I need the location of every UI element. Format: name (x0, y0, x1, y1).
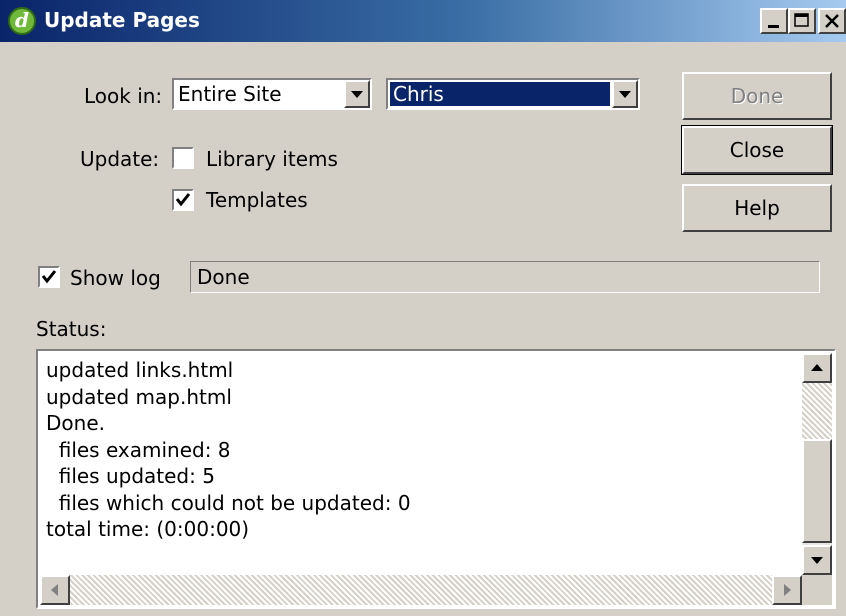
maximize-icon (794, 13, 809, 27)
status-line: total time: (0:00:00) (46, 517, 250, 541)
scroll-down-button[interactable] (802, 545, 832, 575)
scrollbar-corner (802, 575, 832, 605)
chevron-down-icon (619, 91, 631, 98)
templates-label: Templates (206, 188, 308, 212)
status-line: files which could not be updated: 0 (46, 490, 411, 515)
minimize-icon (768, 25, 779, 28)
window-title: Update Pages (44, 8, 200, 32)
arrow-down-icon (811, 557, 823, 564)
close-button[interactable]: Close (681, 125, 833, 175)
checkmark-icon (41, 270, 57, 284)
look-in-label: Look in: (84, 84, 163, 108)
update-label: Update: (80, 147, 160, 171)
title-bar[interactable]: d Update Pages (0, 0, 846, 42)
arrow-up-icon (811, 364, 823, 371)
log-status-text: Done (197, 265, 250, 289)
status-line: files examined: 8 (46, 437, 231, 462)
scroll-up-button[interactable] (802, 353, 832, 383)
scroll-thumb[interactable] (802, 439, 832, 543)
close-icon (825, 14, 839, 28)
templates-checkbox[interactable] (172, 189, 194, 211)
show-log-label: Show log (70, 266, 161, 290)
show-log-checkbox[interactable] (38, 266, 60, 288)
horizontal-scrollbar[interactable] (40, 575, 802, 605)
status-label: Status: (36, 317, 107, 341)
site-select-value: Chris (390, 82, 610, 106)
help-button[interactable]: Help (682, 184, 832, 232)
chevron-down-icon (351, 91, 363, 98)
checkmark-icon (175, 193, 191, 207)
scroll-right-button[interactable] (772, 575, 802, 605)
library-items-label: Library items (206, 147, 338, 171)
arrow-left-icon (51, 584, 58, 596)
vertical-scrollbar[interactable] (802, 353, 832, 575)
scroll-left-button[interactable] (40, 575, 70, 605)
maximize-button[interactable] (788, 8, 816, 34)
status-log-area[interactable]: updated links.html updated map.html Done… (36, 349, 836, 609)
scope-dropdown-button[interactable] (344, 80, 370, 108)
status-line: updated links.html (46, 358, 234, 382)
status-line: updated map.html (46, 384, 232, 409)
done-button[interactable]: Done (682, 72, 832, 120)
arrow-right-icon (784, 584, 791, 596)
status-line: files updated: 5 (46, 464, 215, 488)
site-select[interactable]: Chris (386, 78, 640, 110)
scope-select-value: Entire Site (178, 82, 282, 106)
library-items-checkbox[interactable] (172, 147, 194, 169)
minimize-button[interactable] (760, 8, 788, 34)
close-window-button[interactable] (818, 8, 846, 34)
site-dropdown-button[interactable] (612, 80, 638, 108)
status-line: Done. (46, 411, 105, 435)
log-status-field: Done (190, 261, 820, 293)
scope-select[interactable]: Entire Site (172, 78, 372, 110)
scroll-track[interactable] (802, 383, 832, 439)
dreamweaver-app-icon: d (8, 7, 36, 35)
